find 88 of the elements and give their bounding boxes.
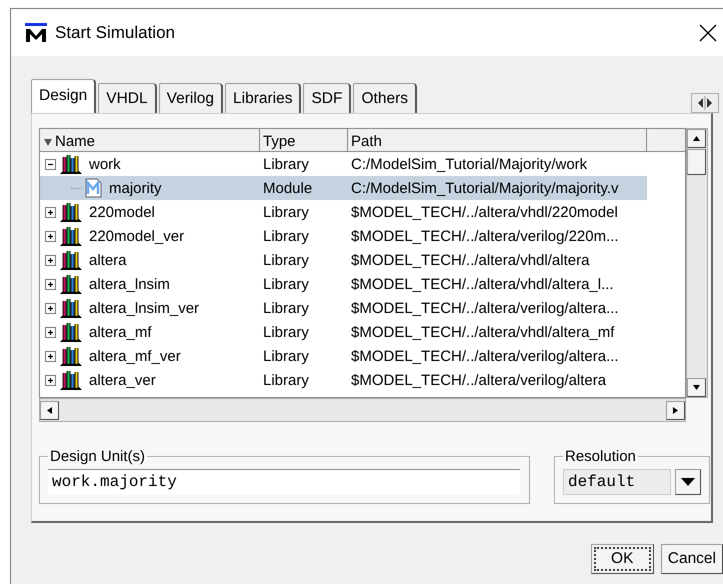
expand-icon[interactable]	[45, 302, 56, 314]
expand-icon[interactable]	[45, 206, 56, 218]
tab-scroll-icon[interactable]	[691, 93, 719, 113]
tree-row[interactable]: 220model Library $MODEL_TECH/../altera/vhdl/220model	[40, 200, 647, 224]
tab[interactable]: Design	[31, 79, 96, 113]
tab[interactable]: VHDL	[98, 83, 157, 113]
library-icon	[59, 369, 83, 391]
name-cell-text: altera_mf	[88, 324, 152, 340]
type-cell-text: Library	[262, 276, 310, 292]
path-cell-text: $MODEL_TECH/../altera/vhdl/altera	[350, 252, 590, 268]
type-cell-text: Library	[262, 324, 310, 340]
type-cell-text: Library	[262, 372, 310, 388]
scrollbar-thumb[interactable]	[687, 149, 706, 175]
window-title: Start Simulation	[55, 22, 175, 42]
type-cell-text: Library	[262, 300, 310, 316]
path-cell-text: $MODEL_TECH/../altera/verilog/altera...	[350, 300, 620, 316]
library-icon	[59, 153, 83, 175]
module-icon	[85, 178, 103, 198]
name-cell-text: 220model_ver	[88, 228, 184, 244]
tree-row[interactable]: altera_lnsim Library $MODEL_TECH/../altera/vhdl/altera_l...	[40, 272, 647, 296]
library-icon	[59, 345, 83, 367]
collapse-icon[interactable]	[45, 158, 56, 170]
type-cell-text: Module	[262, 180, 314, 196]
dropdown-arrow-icon[interactable]	[680, 477, 696, 487]
tree-row[interactable]: altera_ver Library $MODEL_TECH/../altera/verilog/altera	[40, 368, 647, 392]
column-header[interactable]: Name	[40, 129, 260, 152]
tab[interactable]: Others	[353, 83, 417, 113]
down-arrow-icon[interactable]	[692, 383, 701, 392]
library-icon	[59, 321, 83, 343]
tree-row[interactable]: work Library C:/ModelSim_Tutorial/Majority/work	[40, 152, 647, 176]
path-cell-text: C:/ModelSim_Tutorial/Majority/work	[350, 156, 588, 172]
right-arrow-icon[interactable]	[671, 406, 680, 414]
dialog-button[interactable]: OK	[590, 544, 654, 574]
type-cell-text: Library	[262, 348, 310, 364]
type-cell-text: Library	[262, 228, 310, 244]
column-header[interactable]: Path	[348, 129, 647, 152]
tree-row[interactable]: 220model_ver Library $MODEL_TECH/../altera/verilog/220m...	[40, 224, 647, 248]
tree-row[interactable]: majority Module C:/ModelSim_Tutorial/Majority/majority.v	[40, 176, 647, 200]
path-cell-text: $MODEL_TECH/../altera/verilog/altera...	[350, 348, 620, 364]
tab[interactable]: SDF	[303, 83, 352, 113]
path-cell-text: $MODEL_TECH/../altera/verilog/220m...	[350, 228, 620, 244]
vertical-scrollbar[interactable]	[686, 128, 708, 398]
path-cell-text: $MODEL_TECH/../altera/vhdl/altera_mf	[350, 324, 616, 340]
name-cell-text: altera_mf_ver	[88, 348, 181, 364]
resolution-dropdown[interactable]: default	[563, 469, 671, 495]
left-arrow-icon[interactable]	[45, 406, 54, 414]
name-cell-text: majority	[108, 180, 162, 196]
group-label: Design Unit(s)	[49, 448, 146, 465]
path-cell-text: C:/ModelSim_Tutorial/Majority/majority.v	[350, 180, 620, 196]
close-icon[interactable]	[699, 24, 717, 42]
horizontal-scrollbar[interactable]	[39, 398, 686, 422]
library-icon	[59, 225, 83, 247]
library-icon	[59, 249, 83, 271]
group-label: Resolution	[564, 448, 637, 465]
name-cell-text: altera	[88, 252, 127, 268]
dialog-button[interactable]: Cancel	[660, 544, 723, 574]
type-cell-text: Library	[262, 252, 310, 268]
name-cell-text: altera_lnsim_ver	[88, 300, 200, 316]
sort-icon[interactable]	[43, 136, 53, 146]
tree-row[interactable]: altera Library $MODEL_TECH/../altera/vhdl/altera	[40, 248, 647, 272]
path-cell-text: $MODEL_TECH/../altera/verilog/altera	[350, 372, 608, 388]
design-unit-field[interactable]: work.majority	[48, 469, 520, 495]
library-icon	[59, 273, 83, 295]
type-cell-text: Library	[262, 156, 310, 172]
tree-row[interactable]: altera_lnsim_ver Library $MODEL_TECH/../altera/verilog/altera...	[40, 296, 647, 320]
name-cell-text: altera_ver	[88, 372, 156, 388]
tree-row[interactable]: altera_mf Library $MODEL_TECH/../altera/vhdl/altera_mf	[40, 320, 647, 344]
expand-icon[interactable]	[45, 254, 56, 266]
library-icon	[59, 201, 83, 223]
type-cell-text: Library	[262, 204, 310, 220]
tab[interactable]: Verilog	[158, 83, 224, 113]
path-cell-text: $MODEL_TECH/../altera/vhdl/220model	[350, 204, 619, 220]
column-header[interactable]: Type	[260, 129, 348, 152]
expand-icon[interactable]	[45, 278, 56, 290]
app-logo-icon	[25, 22, 47, 42]
expand-icon[interactable]	[45, 230, 56, 242]
expand-icon[interactable]	[45, 374, 56, 386]
name-cell-text: 220model	[88, 204, 155, 220]
tree-row[interactable]: altera_mf_ver Library $MODEL_TECH/../altera/verilog/altera...	[40, 344, 647, 368]
dropdown-button[interactable]	[675, 469, 701, 495]
name-cell-text: work	[88, 156, 121, 172]
up-arrow-icon[interactable]	[692, 134, 701, 143]
library-icon	[59, 297, 83, 319]
expand-icon[interactable]	[45, 350, 56, 362]
tab[interactable]: Libraries	[225, 83, 302, 113]
name-cell-text: altera_lnsim	[88, 276, 170, 292]
path-cell-text: $MODEL_TECH/../altera/vhdl/altera_l...	[350, 276, 615, 292]
expand-icon[interactable]	[45, 326, 56, 338]
